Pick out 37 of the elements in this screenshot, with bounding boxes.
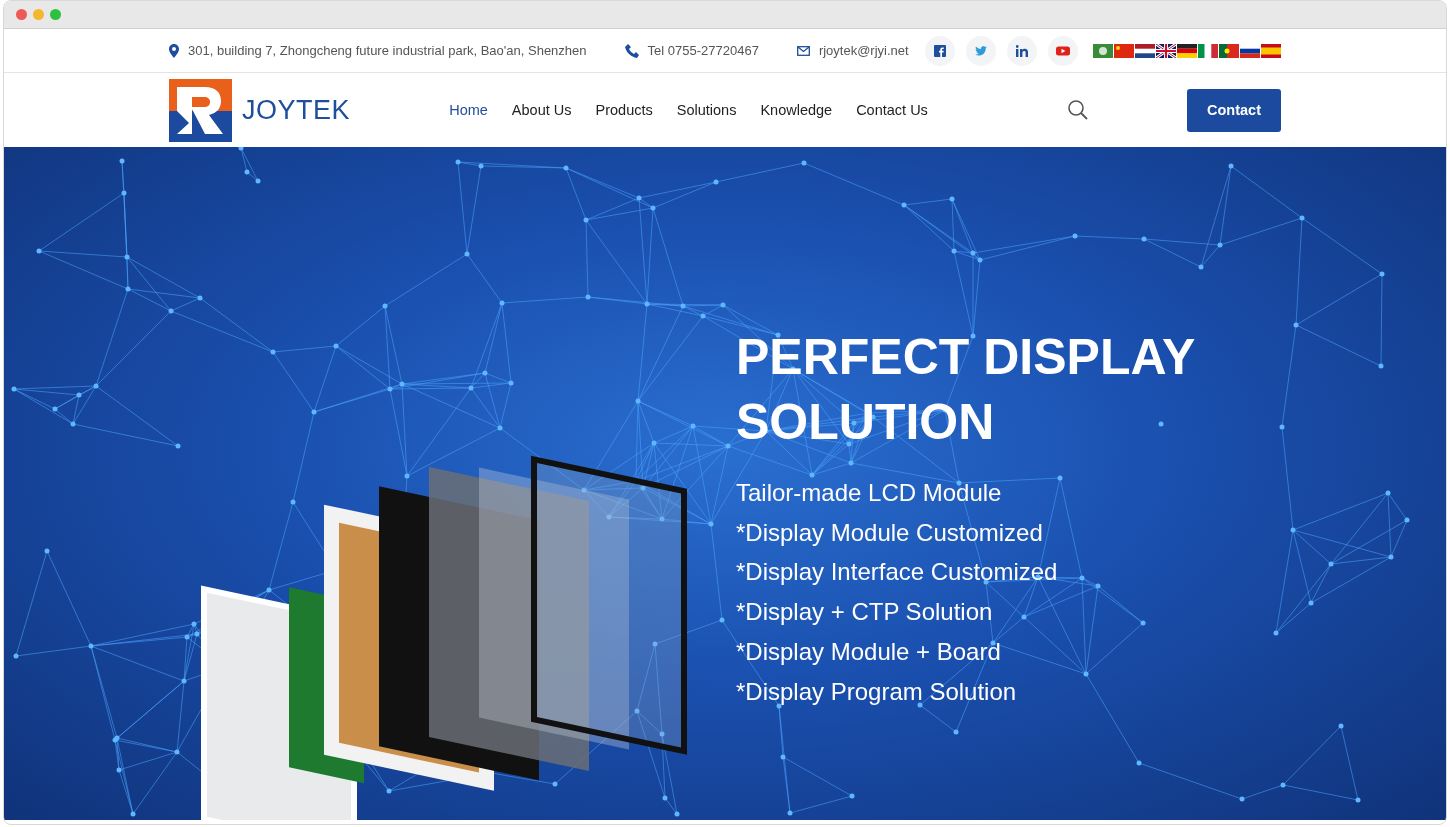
- hero-text: *Display Interface Customized: [736, 557, 1059, 588]
- flag-icon[interactable]: [1156, 43, 1176, 58]
- hero-text: *Display Module + Board: [736, 636, 1002, 667]
- video-play-button[interactable]: [1047, 35, 1078, 66]
- flag-icon[interactable]: [1219, 43, 1239, 58]
- hero-text: Tailor-made LCD Module: [736, 478, 1003, 508]
- logo-text: JOYTEK: [242, 94, 351, 126]
- phone-text[interactable]: Tel 0755-27720467: [647, 43, 759, 58]
- hero-title: PERFECT DISPLAY SOLUTION: [736, 328, 1196, 452]
- facebook-button[interactable]: [924, 35, 955, 66]
- logo-icon: [169, 78, 232, 142]
- nav-link[interactable]: Products: [595, 102, 653, 118]
- email-link[interactable]: rjoytek@rjyi.net: [818, 43, 909, 58]
- flag-icon[interactable]: [1177, 43, 1197, 58]
- contact-button[interactable]: Contact: [1187, 88, 1281, 132]
- nav-link[interactable]: Knowledge: [760, 102, 833, 118]
- flag-icon[interactable]: [1135, 43, 1155, 58]
- mail-icon: [796, 45, 810, 56]
- location-pin-icon: [169, 43, 179, 58]
- twitter-icon: [974, 44, 987, 57]
- address-text: 301, building 7, Zhongcheng future industrial park, Bao'an, Shenzhen: [188, 43, 587, 58]
- nav-link[interactable]: Contact Us: [856, 102, 928, 118]
- twitter-button[interactable]: [965, 35, 996, 66]
- nav-link[interactable]: Solutions: [676, 102, 737, 118]
- hero-text: *Display Module Customized: [736, 517, 1044, 548]
- linkedin-icon: [1015, 44, 1028, 57]
- nav-link[interactable]: Home: [449, 102, 488, 118]
- hero-text: *Display Program Solution: [736, 676, 1018, 707]
- search-icon[interactable]: [1067, 100, 1088, 120]
- nav-link[interactable]: About Us: [511, 102, 572, 118]
- flag-icon[interactable]: [1261, 43, 1281, 58]
- phone-icon: [624, 43, 639, 58]
- facebook-icon: [933, 44, 946, 57]
- linkedin-button[interactable]: [1006, 35, 1037, 66]
- window-control-icon[interactable]: [16, 9, 27, 20]
- hero-text: *Display + CTP Solution: [736, 597, 994, 628]
- video-play-icon: [1055, 44, 1070, 57]
